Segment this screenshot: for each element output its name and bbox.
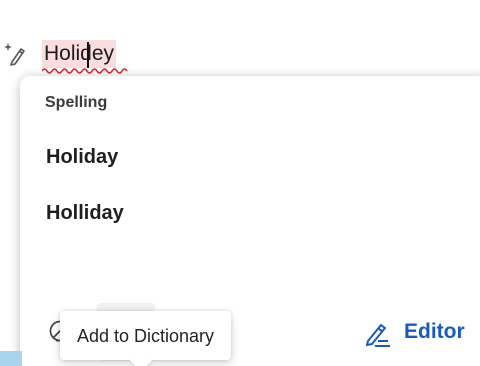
background-strip xyxy=(0,351,22,366)
editor-pen-icon xyxy=(366,324,390,347)
suggestion-item[interactable]: Holliday xyxy=(46,202,124,225)
suggestion-item[interactable]: Holiday xyxy=(46,146,118,169)
misspelled-word[interactable]: Holidey xyxy=(42,40,117,68)
editor-page: Holidey Spelling Holiday Holliday Editor… xyxy=(0,0,480,366)
spelling-squiggle xyxy=(42,68,128,74)
section-heading: Spelling xyxy=(45,94,108,111)
sparkle-pen-icon[interactable] xyxy=(2,40,30,68)
tooltip-text: Add to Dictionary xyxy=(76,326,215,346)
spelling-popup: Spelling Holiday Holliday ··· xyxy=(20,76,480,366)
editor-label: Editor xyxy=(404,320,465,343)
tooltip-arrow xyxy=(129,348,153,366)
tooltip: Add to Dictionary xyxy=(60,311,231,366)
document-line: Holidey xyxy=(0,30,480,78)
text-caret xyxy=(87,42,89,68)
